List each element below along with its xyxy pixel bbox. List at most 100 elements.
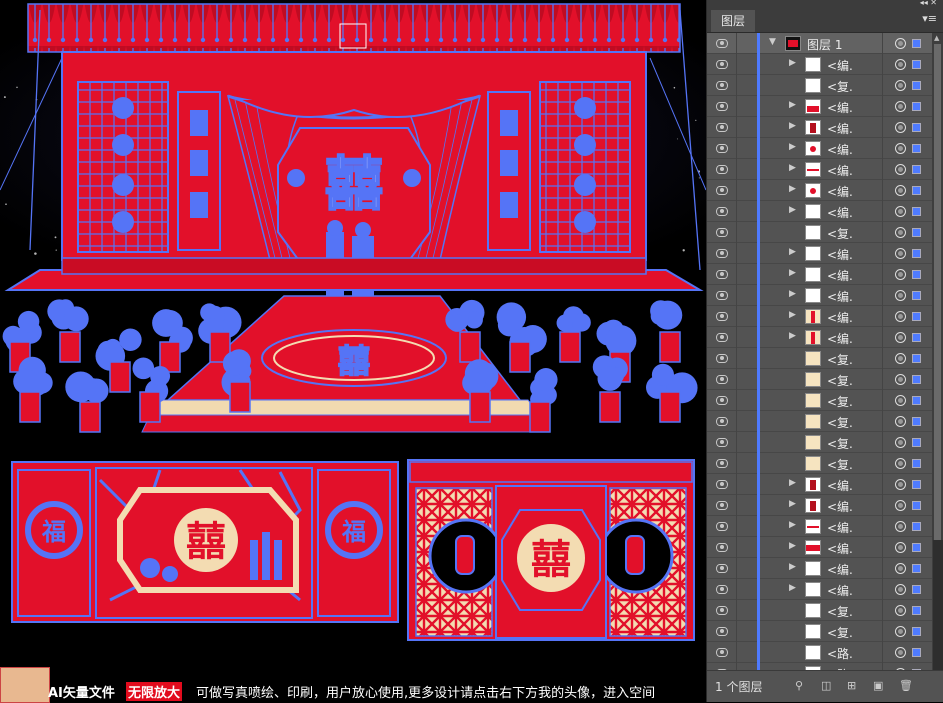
lock-column[interactable] — [736, 327, 737, 348]
layer-name[interactable]: <复. — [827, 225, 853, 242]
sublayer-row[interactable]: <复. — [707, 432, 933, 453]
layer-name[interactable]: <编. — [827, 57, 853, 74]
expand-right-icon[interactable]: ▶ — [789, 184, 796, 194]
visibility-eye-icon[interactable] — [716, 144, 728, 153]
panel-menu-icon[interactable]: ▾≡ — [922, 12, 937, 25]
selection-square-icon[interactable] — [912, 102, 921, 111]
selection-square-icon[interactable] — [912, 291, 921, 300]
selection-square-icon[interactable] — [912, 81, 921, 90]
layer-name[interactable]: <编. — [827, 582, 853, 599]
visibility-eye-icon[interactable] — [716, 249, 728, 258]
expand-right-icon[interactable]: ▶ — [789, 541, 796, 551]
target-circle-icon[interactable] — [895, 521, 906, 532]
target-circle-icon[interactable] — [895, 542, 906, 553]
layer-name[interactable]: <复. — [827, 78, 853, 95]
target-circle-icon[interactable] — [895, 458, 906, 469]
target-circle-icon[interactable] — [895, 248, 906, 259]
sublayer-row[interactable]: ▶ <编. — [707, 54, 933, 75]
layer-name[interactable]: <编. — [827, 120, 853, 137]
visibility-eye-icon[interactable] — [716, 186, 728, 195]
lock-column[interactable] — [736, 96, 737, 117]
lock-column[interactable] — [736, 642, 737, 663]
sublayer-row[interactable]: ▶ <编. — [707, 495, 933, 516]
expand-right-icon[interactable]: ▶ — [789, 289, 796, 299]
visibility-eye-icon[interactable] — [716, 585, 728, 594]
layer-name[interactable]: <复. — [827, 351, 853, 368]
visibility-eye-icon[interactable] — [716, 564, 728, 573]
sublayer-row[interactable]: ▶ <编. — [707, 264, 933, 285]
lock-column[interactable] — [736, 516, 737, 537]
target-circle-icon[interactable] — [895, 59, 906, 70]
lock-column[interactable] — [736, 222, 737, 243]
sublayer-row[interactable]: ▶ <编. — [707, 327, 933, 348]
lock-column[interactable] — [736, 558, 737, 579]
expand-right-icon[interactable]: ▶ — [789, 520, 796, 530]
lock-column[interactable] — [736, 579, 737, 600]
selection-square-icon[interactable] — [912, 312, 921, 321]
visibility-eye-icon[interactable] — [716, 270, 728, 279]
selection-square-icon[interactable] — [912, 501, 921, 510]
sublayer-row[interactable]: ▶ <编. — [707, 117, 933, 138]
lock-column[interactable] — [736, 348, 737, 369]
selection-square-icon[interactable] — [912, 417, 921, 426]
visibility-eye-icon[interactable] — [716, 543, 728, 552]
layer-row-main[interactable]: ▼ 图层 1 — [707, 33, 933, 54]
selection-square-icon[interactable] — [912, 648, 921, 657]
sublayer-row[interactable]: <复. — [707, 621, 933, 642]
selection-square-icon[interactable] — [912, 144, 921, 153]
target-circle-icon[interactable] — [895, 80, 906, 91]
visibility-eye-icon[interactable] — [716, 396, 728, 405]
visibility-eye-icon[interactable] — [716, 459, 728, 468]
selection-square-icon[interactable] — [912, 480, 921, 489]
visibility-eye-icon[interactable] — [716, 438, 728, 447]
visibility-eye-icon[interactable] — [716, 354, 728, 363]
layer-name[interactable]: <编. — [827, 183, 853, 200]
target-circle-icon[interactable] — [895, 584, 906, 595]
sublayer-row[interactable]: ▶ <编. — [707, 537, 933, 558]
target-circle-icon[interactable] — [895, 563, 906, 574]
visibility-eye-icon[interactable] — [716, 39, 728, 48]
lock-column[interactable] — [736, 54, 737, 75]
layer-name[interactable]: <编. — [827, 540, 853, 557]
lock-column[interactable] — [736, 33, 737, 54]
visibility-eye-icon[interactable] — [716, 207, 728, 216]
visibility-eye-icon[interactable] — [716, 627, 728, 636]
layer-name[interactable]: <编. — [827, 162, 853, 179]
sublayer-row[interactable]: <复. — [707, 348, 933, 369]
sublayer-row[interactable]: ▶ <编. — [707, 96, 933, 117]
selection-square-icon[interactable] — [912, 60, 921, 69]
layer-name[interactable]: <复. — [827, 393, 853, 410]
lock-column[interactable] — [736, 411, 737, 432]
target-circle-icon[interactable] — [895, 206, 906, 217]
target-circle-icon[interactable] — [895, 185, 906, 196]
expand-right-icon[interactable]: ▶ — [789, 583, 796, 593]
sublayer-row[interactable]: <复. — [707, 222, 933, 243]
target-circle-icon[interactable] — [895, 479, 906, 490]
sublayer-row[interactable]: ▶ <编. — [707, 516, 933, 537]
lock-column[interactable] — [736, 621, 737, 642]
sublayer-row[interactable]: ▶ <编. — [707, 243, 933, 264]
layer-name[interactable]: <复. — [827, 372, 853, 389]
lock-column[interactable] — [736, 432, 737, 453]
selection-square-icon[interactable] — [912, 186, 921, 195]
sublayer-row[interactable]: ▶ <编. — [707, 201, 933, 222]
lock-column[interactable] — [736, 180, 737, 201]
expand-right-icon[interactable]: ▶ — [789, 331, 796, 341]
visibility-eye-icon[interactable] — [716, 102, 728, 111]
layer-name[interactable]: <复. — [827, 435, 853, 452]
lock-column[interactable] — [736, 117, 737, 138]
selection-square-icon[interactable] — [912, 249, 921, 258]
sublayer-row[interactable]: ▶ <编. — [707, 138, 933, 159]
target-circle-icon[interactable] — [895, 647, 906, 658]
visibility-eye-icon[interactable] — [716, 228, 728, 237]
target-circle-icon[interactable] — [895, 374, 906, 385]
lock-column[interactable] — [736, 537, 737, 558]
sublayer-row[interactable]: <复. — [707, 600, 933, 621]
layer-name[interactable]: <复. — [827, 624, 853, 641]
lock-column[interactable] — [736, 138, 737, 159]
selection-square-icon[interactable] — [912, 585, 921, 594]
lock-column[interactable] — [736, 243, 737, 264]
layer-name[interactable]: <编. — [827, 498, 853, 515]
sublayer-row[interactable]: <复. — [707, 75, 933, 96]
clipping-mask-icon[interactable]: ◫ — [821, 679, 831, 692]
